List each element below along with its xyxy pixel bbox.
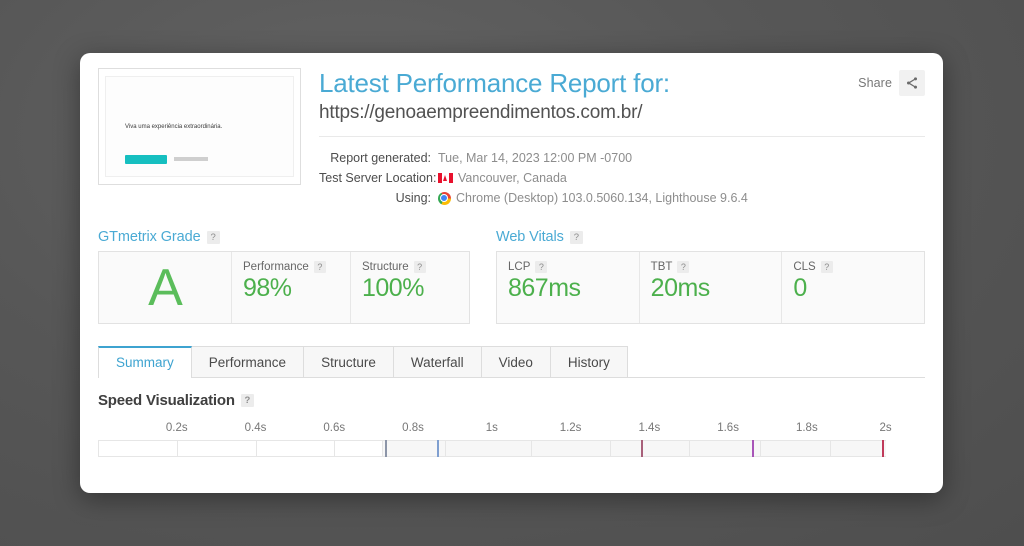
filmstrip-frame[interactable] — [334, 440, 382, 457]
filmstrip-frame[interactable] — [609, 440, 689, 457]
timeline-tick-label: 2s — [879, 422, 892, 434]
filmstrip-frame[interactable] — [98, 440, 177, 457]
header-divider — [319, 136, 925, 137]
tab-waterfall[interactable]: Waterfall — [393, 346, 482, 377]
meta-text: Vancouver, Canada — [458, 171, 567, 185]
filmstrip-track[interactable] — [98, 440, 925, 457]
meta-value: Vancouver, Canada — [438, 171, 567, 185]
thumbnail-shot: Viva uma experiência extraordinária. — [105, 76, 294, 177]
section-title-label: Speed Visualization — [98, 392, 235, 409]
timeline-tick-label: 1.6s — [717, 422, 739, 434]
timeline-event-marker — [641, 440, 644, 457]
group-title-label: Web Vitals — [496, 229, 564, 245]
filmstrip-frame[interactable] — [531, 440, 610, 457]
tab-video[interactable]: Video — [481, 346, 551, 377]
metric-cell-cls: CLS ? 0 — [782, 252, 924, 323]
page-title: Latest Performance Report for: — [319, 68, 670, 98]
meta-text: Chrome (Desktop) 103.0.5060.134, Lightho… — [456, 191, 748, 205]
tab-summary[interactable]: Summary — [98, 346, 192, 378]
performance-report-card: Share Viva uma experiência extraordinári… — [80, 53, 943, 493]
thumbnail-cta-button — [125, 155, 167, 164]
timeline-tick-label: 0.6s — [323, 422, 346, 434]
chrome-icon — [438, 191, 451, 205]
timeline-tick-label: 0.4s — [244, 422, 267, 434]
metric-value: 20ms — [650, 274, 711, 302]
web-vitals-title: Web Vitals ? — [496, 229, 925, 245]
help-icon[interactable]: ? — [240, 394, 254, 407]
meta-label: Using: — [395, 191, 431, 205]
metric-value: 98% — [243, 274, 292, 302]
grade-cell: A — [99, 252, 232, 323]
share-label: Share — [858, 76, 892, 90]
web-vitals-panel: LCP ? 867ms TBT ? 20ms CLS ? 0 — [496, 251, 925, 324]
report-metadata: Report generated: Tue, Mar 14, 2023 12:0… — [319, 148, 925, 208]
timeline-tick-label: 1s — [485, 422, 498, 434]
help-icon[interactable]: ? — [820, 261, 833, 273]
filmstrip-frame[interactable] — [759, 440, 831, 457]
metric-value: 100% — [362, 274, 424, 302]
meta-row-report-generated: Report generated: Tue, Mar 14, 2023 12:0… — [319, 148, 925, 168]
speed-visualization-section: Speed Visualization ? 0.2s 0.4s 0.6s 0.8s 1s… — [98, 392, 925, 457]
timeline-event-marker — [385, 440, 388, 457]
timeline-axis: 0.2s 0.4s 0.6s 0.8s 1s 1.2s 1.4s 1.6s 1.8s 2s — [98, 422, 925, 440]
filmstrip: 0.2s 0.4s 0.6s 0.8s 1s 1.2s 1.4s 1.6s 1.8s 2s — [98, 422, 925, 457]
gtmetrix-grade-panel: A Performance ? 98% Structure ? 100% — [98, 251, 470, 324]
timeline-tick-label: 1.2s — [559, 422, 582, 434]
thumbnail-headline: Viva uma experiência extraordinária. — [125, 124, 223, 130]
timeline-tick-label: 0.8s — [402, 422, 424, 434]
timeline-event-marker — [751, 440, 754, 457]
metric-cell-performance: Performance ? 98% — [232, 252, 351, 323]
meta-value: Tue, Mar 14, 2023 12:00 PM -0700 — [438, 151, 632, 165]
help-icon[interactable]: ? — [313, 261, 326, 273]
metric-value: 867ms — [508, 274, 581, 302]
tab-performance[interactable]: Performance — [191, 346, 305, 377]
speed-visualization-title: Speed Visualization ? — [98, 392, 925, 409]
metric-cell-structure: Structure ? 100% — [351, 252, 469, 323]
timeline-event-marker — [881, 440, 884, 457]
group-title-label: GTmetrix Grade — [98, 229, 201, 245]
page-screenshot-thumbnail[interactable]: Viva uma experiência extraordinária. — [98, 68, 301, 185]
report-url[interactable]: https://genoaempreendimentos.com.br/ — [319, 100, 925, 126]
metric-cell-lcp: LCP ? 867ms — [497, 252, 640, 323]
filmstrip-frame[interactable] — [381, 440, 445, 457]
timeline-tick-label: 1.4s — [638, 422, 661, 434]
meta-row-test-server-location: Test Server Location: Vancouver, Canada — [319, 168, 925, 188]
filmstrip-frame[interactable] — [688, 440, 760, 457]
meta-text: Tue, Mar 14, 2023 12:00 PM -0700 — [438, 151, 633, 165]
meta-label: Test Server Location: — [319, 171, 437, 185]
tab-spacer — [628, 346, 925, 377]
filmstrip-frame[interactable] — [255, 440, 335, 457]
timeline-event-marker — [436, 440, 439, 457]
tab-structure[interactable]: Structure — [304, 346, 394, 377]
filmstrip-frame[interactable] — [176, 440, 256, 457]
filmstrip-frame[interactable] — [444, 440, 532, 457]
timeline-tick-label: 0.2s — [165, 422, 188, 434]
meta-row-using: Using: Chrome (Desktop) 103.0.5060.134, … — [319, 188, 925, 208]
scores-region: GTmetrix Grade ? A Performance ? 98% Str… — [98, 229, 925, 324]
help-icon[interactable]: ? — [206, 230, 220, 244]
thumbnail-secondary-link — [174, 157, 208, 161]
share-control[interactable]: Share — [858, 70, 925, 96]
tab-history[interactable]: History — [550, 346, 628, 377]
timeline-tick-label: 1.8s — [795, 422, 818, 434]
gtmetrix-grade-title: GTmetrix Grade ? — [98, 229, 470, 245]
share-nodes-icon[interactable] — [899, 70, 925, 96]
help-icon[interactable]: ? — [569, 230, 583, 244]
meta-label: Report generated: — [330, 151, 431, 165]
metric-cell-tbt: TBT ? 20ms — [640, 252, 783, 323]
meta-value: Chrome (Desktop) 103.0.5060.134, Lightho… — [438, 191, 748, 205]
grade-letter: A — [148, 258, 183, 317]
web-vitals-group: Web Vitals ? LCP ? 867ms TBT ? 20ms CLS … — [496, 229, 925, 324]
metric-value: 0 — [793, 274, 807, 302]
canada-flag-icon — [438, 173, 453, 183]
report-header: Share Viva uma experiência extraordinári… — [98, 67, 925, 208]
filmstrip-frame[interactable] — [830, 440, 886, 457]
report-tabs: Summary Performance Structure Waterfall Vide… — [98, 346, 925, 378]
gtmetrix-grade-group: GTmetrix Grade ? A Performance ? 98% Str… — [98, 229, 470, 324]
